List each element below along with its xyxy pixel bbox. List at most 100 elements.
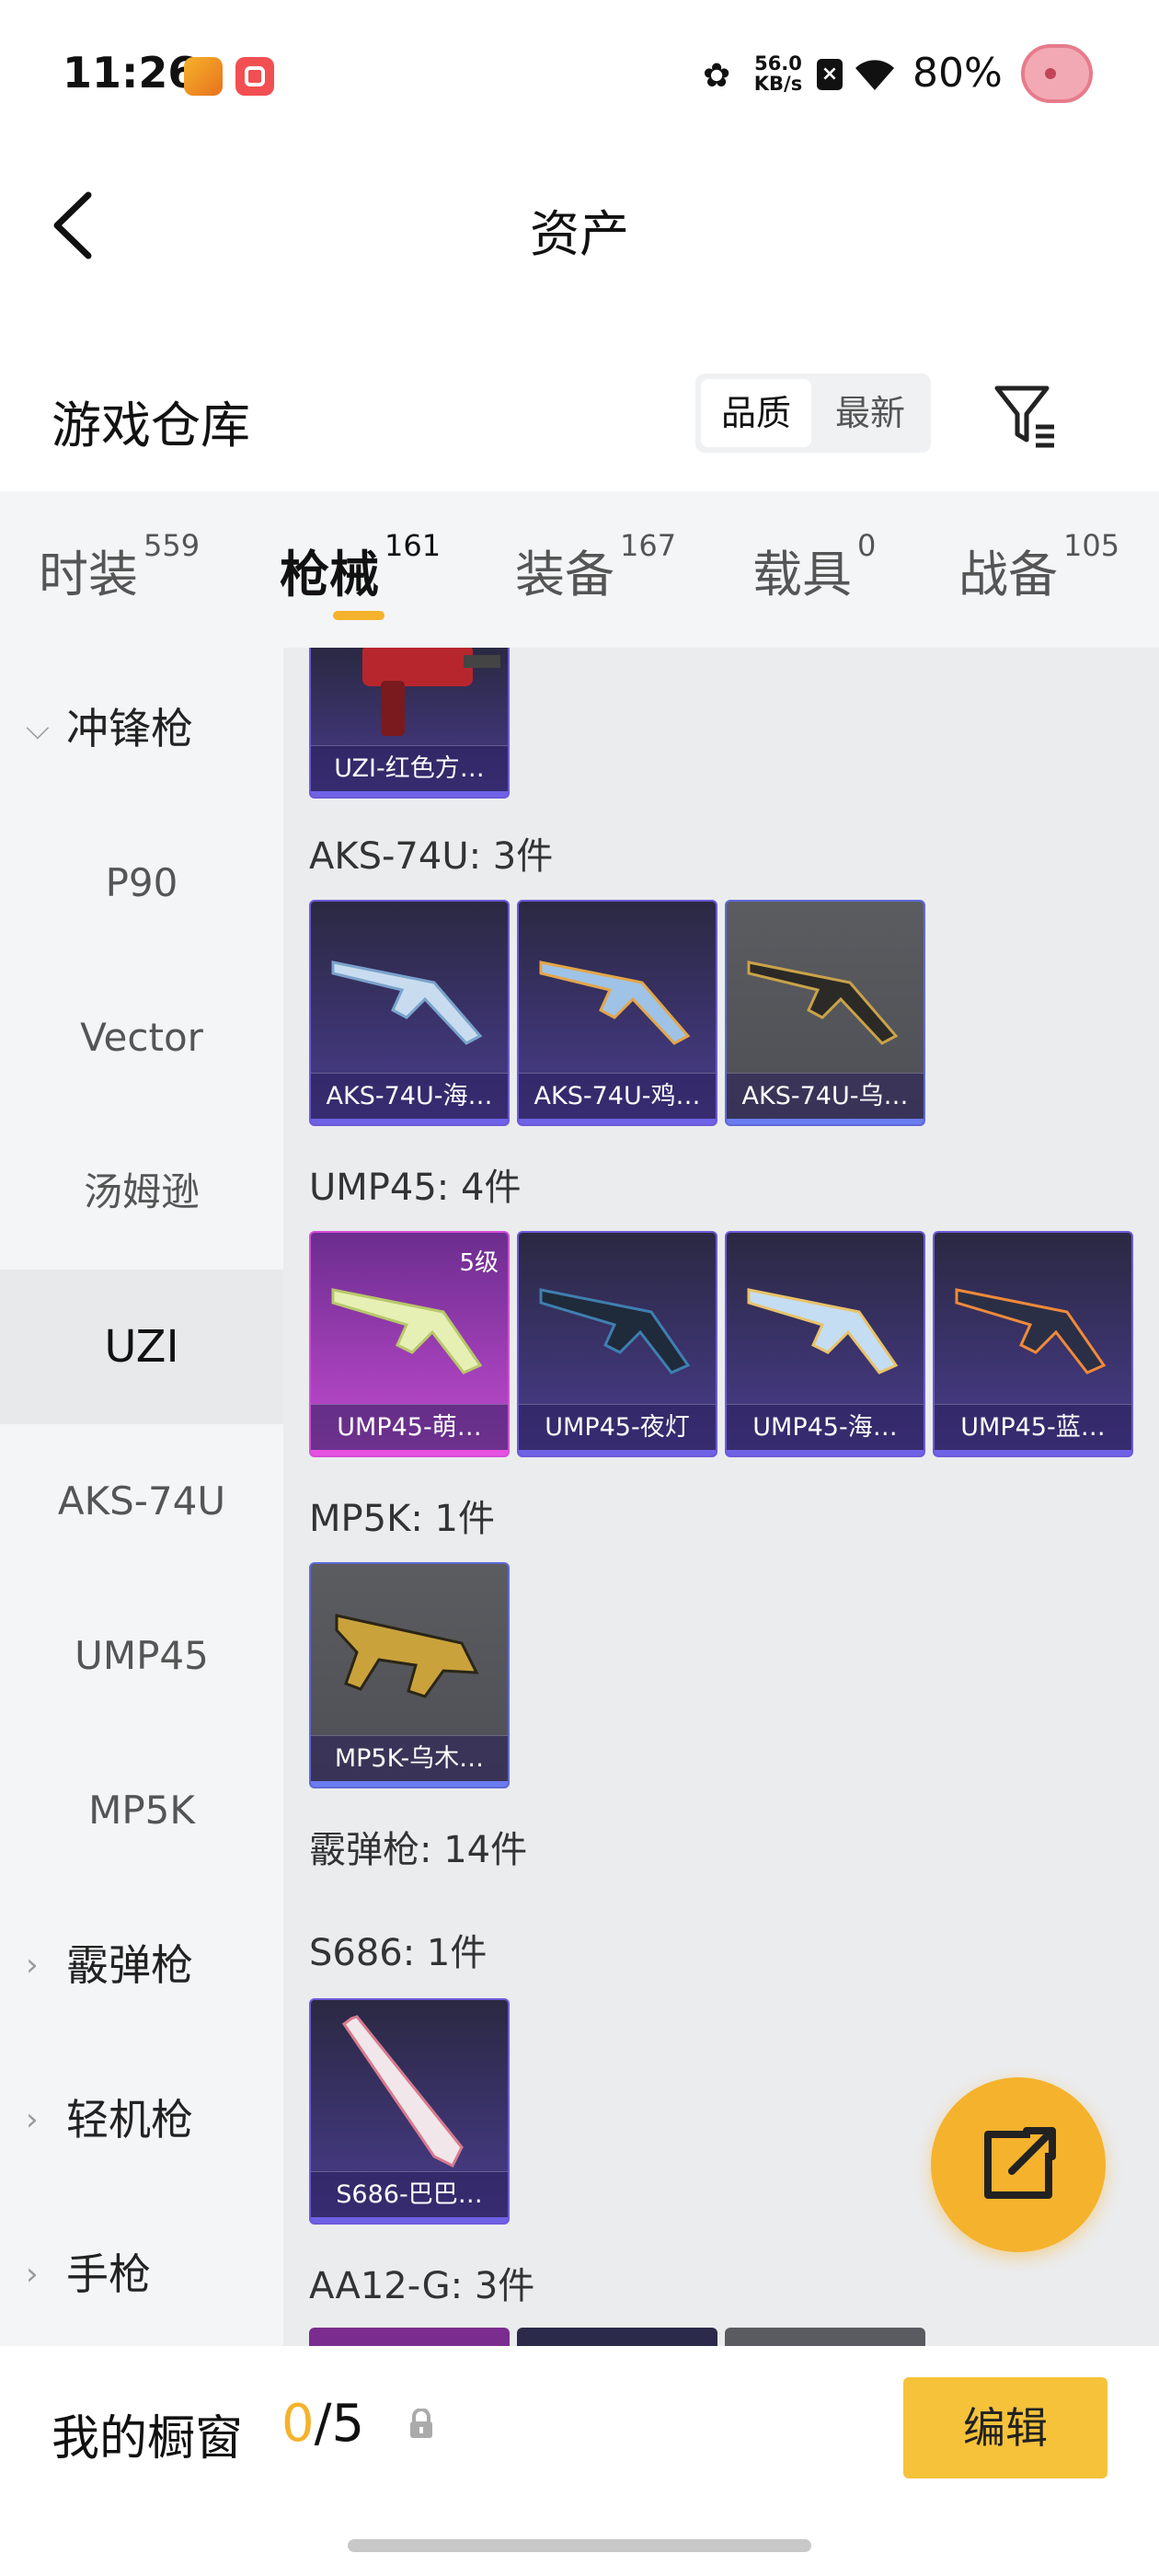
rarity-bar [311, 1119, 508, 1124]
item-card[interactable]: UZI-红色方… [309, 648, 510, 799]
tab-label: 装备 [515, 546, 614, 604]
sidebar-category-shotgun[interactable]: › 霰弹枪 [0, 1888, 283, 2042]
tab-label: 枪械 [280, 546, 379, 604]
sidebar-category-smg[interactable]: ⌵ 冲锋枪 [0, 651, 283, 806]
item-card[interactable]: UMP45-海… [725, 1231, 925, 1457]
warehouse-title: 游戏仓库 [52, 397, 250, 454]
showcase-total: /5 [314, 2394, 365, 2454]
sidebar-item-label: 冲锋枪 [66, 704, 193, 753]
sidebar-category-pistol[interactable]: › 手枪 [0, 2197, 283, 2352]
group-label: UMP45: 4件 [309, 1167, 522, 1209]
item-card[interactable] [725, 2328, 925, 2346]
tab-vehicles[interactable]: 载具 0 [752, 528, 876, 606]
rarity-bar [311, 1781, 508, 1787]
net-speed: 56.0 KB/s [752, 53, 804, 94]
item-name: UZI-红色方… [311, 745, 508, 791]
showcase-label: 我的橱窗 [52, 2411, 244, 2467]
gun-image [335, 1614, 479, 1698]
rarity-bar [727, 1119, 924, 1124]
rarity-bar [311, 791, 508, 797]
chevron-right-icon: › [26, 2101, 39, 2138]
category-label: 霰弹枪: 14件 [309, 1829, 528, 1871]
tab-fashion[interactable]: 时装 559 [39, 528, 200, 606]
tab-supplies[interactable]: 战备 105 [958, 528, 1119, 606]
showcase-used: 0 [281, 2394, 315, 2454]
home-indicator[interactable] [348, 2539, 811, 2552]
sidebar-item-label: 霰弹枪 [66, 1940, 193, 1990]
sidebar-category-lmg[interactable]: › 轻机枪 [0, 2042, 283, 2197]
share-button[interactable] [931, 2077, 1106, 2252]
group-label: AA12-G: 3件 [309, 2265, 535, 2307]
item-name: UMP45-海… [727, 1404, 924, 1450]
item-card[interactable]: AKS-74U-海… [309, 900, 510, 1126]
sidebar-item-label: 手枪 [66, 2249, 151, 2299]
item-card[interactable] [517, 2328, 717, 2346]
sidebar-item-uzi[interactable]: UZI [0, 1270, 283, 1424]
net-speed-value: 56.0 [754, 52, 802, 75]
chevron-right-icon: › [26, 1947, 39, 1984]
filter-icon[interactable] [990, 379, 1063, 453]
item-name: UMP45-蓝… [935, 1404, 1131, 1450]
flower-icon: ✿ [703, 57, 731, 95]
active-tab-indicator [333, 611, 384, 620]
item-card[interactable]: S686-巴巴… [309, 1998, 510, 2225]
lock-icon [408, 2408, 434, 2440]
rarity-bar [519, 1450, 716, 1455]
avatar[interactable] [1021, 44, 1093, 103]
gun-image [747, 1288, 899, 1374]
group-label: S686: 1件 [309, 1932, 488, 1974]
sidebar-item-mp5k[interactable]: MP5K [0, 1733, 283, 1888]
tab-label: 战备 [958, 546, 1058, 604]
item-name: AKS-74U-鸡… [519, 1073, 716, 1119]
item-name: S686-巴巴… [311, 2171, 508, 2217]
group-label: MP5K: 1件 [309, 1498, 495, 1540]
item-name: AKS-74U-海… [311, 1073, 508, 1119]
item-card[interactable]: 5级 UMP45-萌… [309, 1231, 510, 1457]
net-speed-unit: KB/s [753, 73, 803, 95]
tab-count: 0 [857, 528, 877, 563]
item-card[interactable]: AKS-74U-乌… [725, 900, 925, 1126]
rarity-bar [519, 1119, 716, 1124]
sidebar-item-aks74u[interactable]: AKS-74U [0, 1424, 283, 1579]
item-card[interactable]: UMP45-蓝… [933, 1231, 1133, 1457]
chevron-down-icon: ⌵ [26, 710, 50, 747]
sidebar-item-p90[interactable]: P90 [0, 806, 283, 960]
item-card[interactable]: MP5K-乌木… [309, 1562, 510, 1788]
page-title: 资产 [530, 205, 629, 263]
sort-newest-button[interactable]: 最新 [815, 379, 925, 447]
tab-count: 105 [1063, 528, 1120, 563]
sidebar-item-vector[interactable]: Vector [0, 960, 283, 1115]
item-card[interactable] [309, 2328, 510, 2346]
rarity-bar [935, 1450, 1131, 1455]
sidebar-item-ump45[interactable]: UMP45 [0, 1579, 283, 1733]
share-icon [984, 2127, 1056, 2199]
tab-label: 载具 [752, 546, 852, 604]
gun-image [955, 1288, 1107, 1374]
gun-image [362, 648, 500, 736]
app-badge-icon [235, 57, 274, 96]
gun-image [539, 1288, 691, 1374]
item-name: MP5K-乌木… [311, 1735, 508, 1781]
gun-image [331, 1288, 483, 1374]
item-card[interactable]: AKS-74U-鸡… [517, 900, 717, 1126]
sort-quality-button[interactable]: 品质 [701, 379, 811, 447]
gun-image [331, 960, 483, 1045]
tab-label: 时装 [39, 546, 138, 604]
gun-image [747, 960, 899, 1045]
app-badge-icon [184, 57, 223, 96]
tab-count: 559 [143, 528, 201, 563]
chevron-right-icon: › [26, 2256, 39, 2293]
sidebar-item-thompson[interactable]: 汤姆逊 [0, 1115, 283, 1270]
battery-level: 80% [912, 50, 1003, 97]
item-name: AKS-74U-乌… [727, 1073, 924, 1119]
edit-button[interactable]: 编辑 [903, 2377, 1107, 2478]
item-card[interactable]: UMP45-夜灯 [517, 1231, 717, 1457]
tab-equipment[interactable]: 装备 167 [515, 528, 676, 606]
status-time: 11:26 [63, 48, 198, 98]
item-name: UMP45-夜灯 [519, 1404, 716, 1450]
tab-count: 161 [384, 528, 442, 563]
tab-count: 167 [620, 528, 677, 563]
rarity-bar [727, 1450, 924, 1455]
gun-image [539, 960, 691, 1045]
tab-guns[interactable]: 枪械 161 [280, 528, 441, 606]
